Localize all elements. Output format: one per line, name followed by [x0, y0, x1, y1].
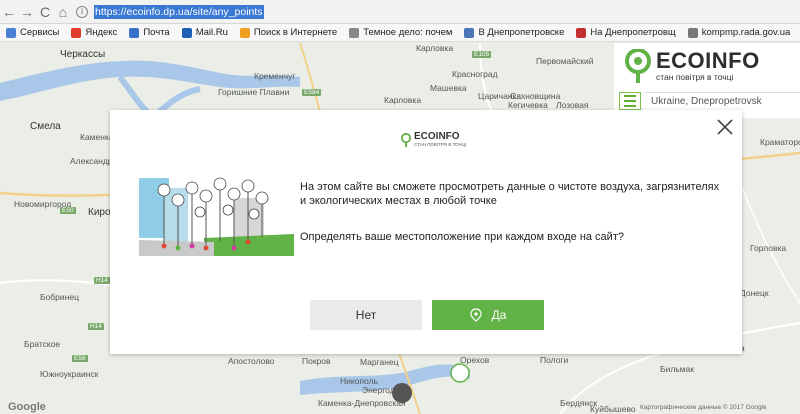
city-label: Первомайский — [536, 56, 594, 66]
bookmark-icon — [687, 27, 698, 38]
bookmark-item[interactable]: Mail.Ru — [181, 27, 228, 38]
bookmark-icon — [464, 27, 475, 38]
yes-button-label: Да — [491, 308, 507, 322]
bookmark-icon — [576, 27, 587, 38]
bookmark-item[interactable]: Темное дело: почем — [349, 27, 452, 38]
city-label: Пологи — [540, 355, 569, 365]
home-icon[interactable]: ⌂ — [54, 3, 72, 21]
location-pin-icon — [469, 308, 482, 322]
bookmark-icon — [129, 27, 140, 38]
bookmark-label: Mail.Ru — [195, 27, 228, 38]
location-field[interactable]: Ukraine, Dnepropetrovsk — [645, 92, 800, 110]
dialog-brand: ECOINFO — [414, 131, 460, 142]
bookmark-item[interactable]: Почта — [129, 27, 170, 38]
menu-icon[interactable] — [619, 92, 641, 110]
close-icon[interactable] — [715, 117, 735, 137]
pin-logo-icon — [400, 132, 412, 147]
bookmark-label: Почта — [143, 27, 170, 38]
ecoinfo-brand: ECOINFO — [656, 48, 760, 73]
bookmark-icon — [71, 27, 82, 38]
bookmark-label: В Днепропетровске — [478, 27, 565, 38]
road-badge: E58 — [72, 355, 88, 362]
city-label: Бильмак — [660, 364, 695, 374]
info-icon[interactable]: i — [76, 5, 88, 18]
city-label: Кременчуг — [254, 71, 296, 81]
city-label: Апостолово — [228, 356, 275, 366]
bookmark-item[interactable]: На Днепропетровщ — [576, 27, 676, 38]
city-label: Бердянск — [560, 398, 598, 408]
ecoinfo-tagline: стан повітря в точці — [656, 72, 734, 82]
road-badge: E50 — [60, 207, 76, 214]
browser-toolbar: ← → C ⌂ i https://ecoinfo.dp.ua/site/any… — [0, 0, 800, 24]
pin-logo-icon — [625, 49, 651, 83]
dnieper-river — [117, 75, 201, 118]
city-label: Донецк — [740, 288, 769, 298]
city-label: Горловка — [750, 243, 787, 253]
bookmarks-bar: Сервисы Яндекс Почта Mail.Ru Поиск в Интерне… — [0, 24, 800, 42]
map-attribution: Картографические данные © 2017 Google — [640, 404, 767, 411]
city-label: Энергодар — [362, 385, 405, 395]
city-label: Кегичевка — [508, 100, 548, 110]
no-button[interactable]: Нет — [310, 300, 422, 330]
city-label: Бобринец — [40, 292, 79, 302]
city-label: Марганец — [360, 357, 399, 367]
city-label: Каменка — [80, 132, 114, 142]
bookmark-label: kompmp.rada.gov.ua — [701, 27, 791, 38]
bookmark-icon — [239, 27, 250, 38]
url-text: https://ecoinfo.dp.ua/site/any_points — [94, 4, 264, 19]
city-label: Краматорск — [760, 137, 800, 147]
bookmark-label: Поиск в Интернете — [253, 27, 338, 38]
yes-button[interactable]: Да — [432, 300, 544, 330]
dialog-tagline: СТАН ПОВІТРЯ В ТОЧЦІ — [414, 142, 467, 147]
city-label: Братское — [24, 339, 61, 349]
ecoinfo-logo[interactable]: ECOINFO стан повітря в точці — [624, 49, 760, 83]
city-label: Южноукраинск — [40, 369, 99, 379]
geolocation-dialog: ECOINFO СТАН ПОВІТРЯ В ТОЧЦІ На этом сай… — [110, 110, 742, 354]
bookmark-label: На Днепропетровщ — [590, 27, 676, 38]
bookmark-label: Сервисы — [20, 27, 60, 38]
road-badge: H14 — [88, 323, 104, 330]
reload-icon[interactable]: C — [36, 3, 54, 21]
bookmark-item[interactable]: Яндекс — [71, 27, 117, 38]
road-badge: E105 — [472, 51, 492, 58]
bookmark-item[interactable]: В Днепропетровске — [464, 27, 564, 38]
city-label: Покров — [302, 356, 331, 366]
bookmark-item[interactable]: kompmp.rada.gov.ua — [687, 27, 791, 38]
city-label: Лозовая — [556, 100, 589, 110]
city-label: Горишние Плавни — [218, 87, 290, 97]
bookmark-item[interactable]: Поиск в Интернете — [239, 27, 338, 38]
city-label: Машевка — [430, 83, 467, 93]
road-badge: E584 — [302, 89, 322, 96]
city-pollution-illustration — [139, 177, 294, 256]
dialog-logo: ECOINFO СТАН ПОВІТРЯ В ТОЧЦІ — [400, 132, 466, 147]
dialog-question: Определять ваше местоположение при каждо… — [300, 231, 624, 243]
city-label: Красноград — [452, 69, 498, 79]
city-label: Царичанка — [478, 91, 522, 101]
bookmark-item[interactable]: Сервисы — [6, 27, 59, 38]
map-marker-icon[interactable] — [450, 363, 470, 383]
bookmark-icon — [6, 27, 16, 38]
dialog-message: На этом сайте вы сможете просмотреть дан… — [300, 181, 720, 207]
city-label: Карловка — [384, 95, 422, 105]
bookmark-icon — [349, 27, 360, 38]
back-icon[interactable]: ← — [0, 3, 18, 21]
address-bar[interactable]: i https://ecoinfo.dp.ua/site/any_points — [76, 3, 264, 21]
bookmark-icon — [181, 27, 192, 38]
google-logo: Google — [8, 401, 46, 413]
bookmark-label: Темное дело: почем — [363, 27, 453, 38]
forward-icon[interactable]: → — [18, 3, 36, 21]
road-badge: H14 — [94, 277, 110, 284]
city-label: Карловка — [416, 43, 454, 53]
city-label: Смела — [30, 121, 61, 132]
city-label: Каменка-Днепровская — [318, 398, 406, 408]
city-label: Орехов — [460, 355, 490, 365]
city-label: Черкассы — [60, 49, 106, 60]
bookmark-label: Яндекс — [85, 27, 118, 38]
